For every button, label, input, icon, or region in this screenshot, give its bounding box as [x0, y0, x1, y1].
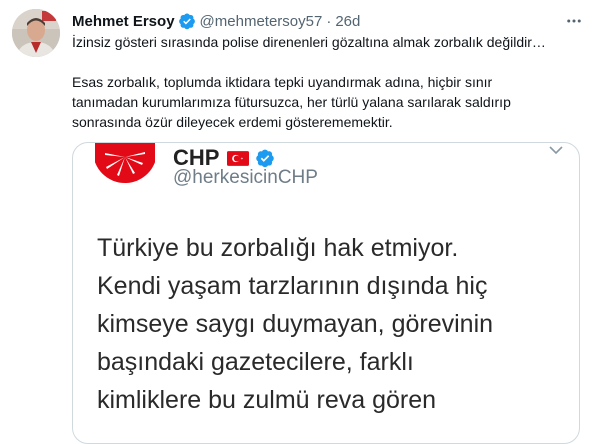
separator-dot: · — [326, 12, 332, 30]
author-handle[interactable]: @mehmetersoy57 — [200, 13, 323, 30]
image-text-line: başındaki gazetecilere, farklı — [97, 348, 414, 376]
verified-badge-icon — [256, 149, 275, 168]
turkish-flag-icon — [227, 150, 250, 166]
chp-logo-icon — [95, 143, 155, 183]
timestamp[interactable]: 26d — [335, 13, 360, 30]
tweet-header: Mehmet Ersoy @mehmetersoy57 · 26d — [72, 11, 588, 31]
verified-badge-icon — [178, 12, 196, 30]
tweet-text-line1: İzinsiz gösteri sırasında polise direnen… — [72, 34, 546, 50]
embedded-image-text: Türkiye bu zorbalığı hak etmiyor. Kendi … — [97, 229, 567, 419]
chp-account-handle: @herkesicinCHP — [173, 167, 318, 188]
tweet-text-paragraph: Esas zorbalık, toplumda iktidara tepki u… — [72, 74, 511, 130]
author-name[interactable]: Mehmet Ersoy — [72, 13, 175, 30]
image-text-line: Türkiye bu zorbalığı hak etmiyor. — [97, 234, 459, 262]
image-text-line: kimseye saygı duymayan, görevinin — [97, 310, 494, 338]
image-text-line: kimliklere bu zulmü reva gören — [97, 386, 437, 414]
more-options-icon — [567, 19, 581, 23]
chevron-down-icon — [549, 146, 563, 155]
tweet[interactable]: Mehmet Ersoy @mehmetersoy57 · 26d İzinsi… — [0, 0, 600, 444]
embedded-image[interactable]: CHP @herkesicinCHP Türkiye bu zorbalığı … — [72, 142, 580, 444]
image-text-line: Kendi yaşam tarzlarının dışında hiç — [97, 272, 488, 300]
more-options-button[interactable] — [562, 9, 586, 33]
tweet-text: İzinsiz gösteri sırasında polise direnen… — [72, 32, 588, 132]
avatar[interactable] — [12, 9, 60, 57]
